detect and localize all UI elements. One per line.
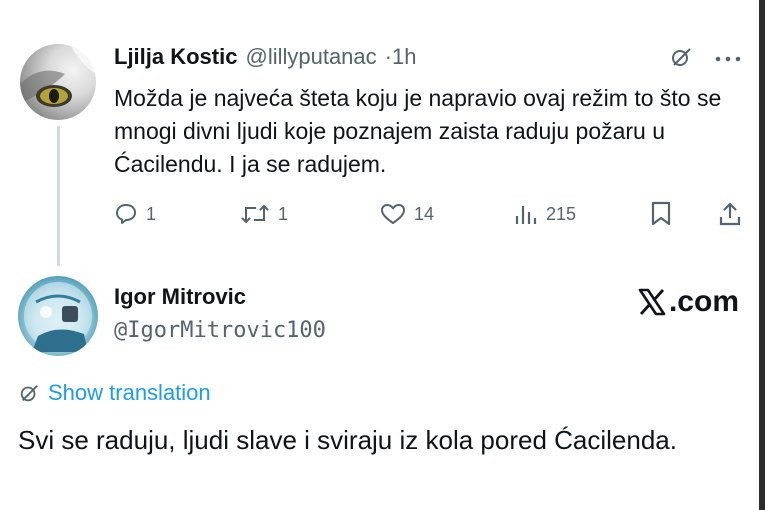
views-icon [515,206,537,224]
time-value: 1h [392,44,417,69]
author-handle[interactable]: @IgorMitrovic100 [114,318,326,343]
tweet-time[interactable]: ·1h [385,44,417,70]
right-edge-bar [759,0,765,510]
x-logo-icon [638,288,666,316]
tweet1-text: Možda je najveća šteta koju je napravio … [114,85,722,177]
tweet1-header: Ljilja Kostic @lillyputanac ·1h [114,44,416,74]
tweet2-text: Svi se raduju, ljudi slave i sviraju iz … [18,425,677,455]
repost-icon [241,204,269,224]
show-translation-link[interactable]: Show translation [18,378,211,408]
time-separator: · [384,44,392,69]
grok-icon[interactable] [669,45,693,74]
reply-icon [116,204,136,224]
show-translation-label: Show translation [48,380,211,405]
repost-button[interactable]: 1 [240,198,288,230]
cat-avatar-image [20,44,96,107]
bookmark-icon [651,201,671,226]
like-count: 14 [414,203,435,224]
water-photo-avatar-image [24,282,92,352]
bookmark-button[interactable] [650,198,672,230]
avatar-ljilja[interactable] [20,44,96,120]
more-icon[interactable] [715,50,741,68]
avatar-igor[interactable] [18,276,98,356]
thread-connector-line [57,126,60,266]
share-button[interactable] [718,198,742,230]
share-icon [719,202,741,226]
author-handle[interactable]: @lillyputanac [245,44,376,70]
watermark-text: .com [668,285,739,318]
author-name[interactable]: Igor Mitrovic [114,284,246,310]
views-button[interactable]: 215 [514,198,576,230]
like-button[interactable]: 14 [380,198,434,230]
tweet1-action-bar: 1 1 14 215 [114,198,746,230]
x-com-watermark: .com [637,282,739,322]
repost-count: 1 [278,203,289,224]
reply-count: 1 [146,203,157,224]
reply-button[interactable]: 1 [114,198,156,230]
like-icon [381,204,405,224]
views-count: 215 [546,203,577,224]
grok-translate-icon [20,385,38,402]
tweet1-header-icons [669,44,741,74]
author-name[interactable]: Ljilja Kostic [114,44,237,70]
